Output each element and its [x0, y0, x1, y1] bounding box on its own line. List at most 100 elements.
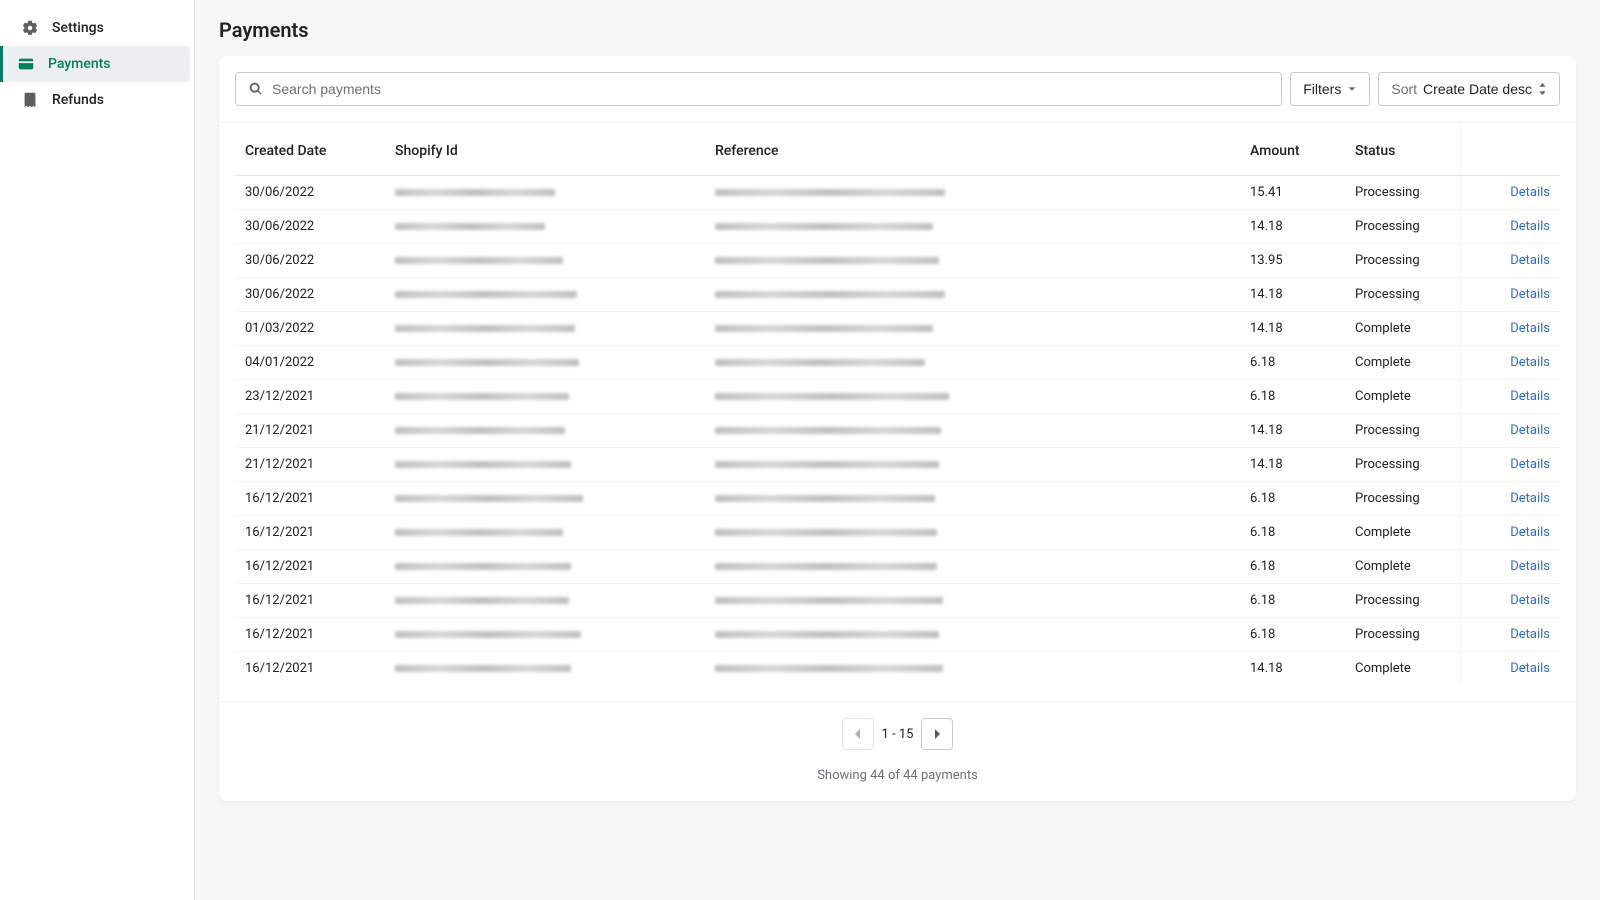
details-link[interactable]: Details	[1510, 185, 1550, 200]
cell-amount: 6.18	[1240, 550, 1345, 584]
cell-date: 16/12/2021	[235, 584, 385, 618]
table-row: 21/12/2021 14.18Processing Details	[235, 448, 1560, 482]
col-created-date[interactable]: Created Date	[235, 123, 385, 176]
table-header: Created Date Shopify Id Reference Amount…	[235, 123, 1560, 176]
sidebar-item-payments[interactable]: Payments	[0, 46, 190, 82]
cell-date: 16/12/2021	[235, 652, 385, 686]
sidebar-item-refunds[interactable]: Refunds	[4, 82, 190, 118]
cell-amount: 14.18	[1240, 312, 1345, 346]
main-content: Payments Filters Sort Create Date desc	[195, 0, 1600, 900]
cell-shopify-id	[385, 312, 705, 346]
sidebar-item-settings[interactable]: Settings	[4, 10, 190, 46]
table-row: 04/01/2022 6.18Complete Details	[235, 346, 1560, 380]
cell-amount: 6.18	[1240, 482, 1345, 516]
details-link[interactable]: Details	[1510, 627, 1550, 642]
cell-amount: 6.18	[1240, 618, 1345, 652]
cell-shopify-id	[385, 516, 705, 550]
details-link[interactable]: Details	[1510, 661, 1550, 676]
sidebar-item-label: Payments	[48, 56, 111, 72]
col-amount[interactable]: Amount	[1240, 123, 1345, 176]
cell-shopify-id	[385, 448, 705, 482]
toolbar: Filters Sort Create Date desc	[219, 56, 1576, 123]
cell-date: 21/12/2021	[235, 448, 385, 482]
table-row: 16/12/20216.18ProcessingDetails	[235, 584, 1560, 618]
table-row: 16/12/20216.18ProcessingDetails	[235, 618, 1560, 652]
chevron-right-icon	[932, 728, 942, 740]
cell-reference	[705, 482, 1240, 516]
details-link[interactable]: Details	[1510, 593, 1550, 608]
cell-date: 16/12/2021	[235, 618, 385, 652]
filters-label: Filters	[1303, 81, 1341, 97]
details-link[interactable]: Details	[1510, 287, 1550, 302]
sort-value: Create Date desc	[1423, 81, 1532, 97]
cell-status: Complete	[1345, 312, 1460, 346]
cell-date: 21/12/2021	[235, 414, 385, 448]
cell-status: Complete	[1345, 380, 1460, 414]
cell-date: 30/06/2022	[235, 244, 385, 278]
table-row: 21/12/202114.18ProcessingDetails	[235, 414, 1560, 448]
sidebar-item-label: Refunds	[52, 92, 104, 108]
search-input[interactable]	[235, 72, 1282, 106]
cell-reference	[705, 448, 1240, 482]
table-row: 01/03/202214.18CompleteDetails	[235, 312, 1560, 346]
details-link[interactable]: Details	[1510, 355, 1550, 370]
cell-shopify-id	[385, 618, 705, 652]
details-link[interactable]: Details	[1510, 457, 1550, 472]
cell-shopify-id	[385, 244, 705, 278]
col-status[interactable]: Status	[1345, 123, 1460, 176]
cell-amount: 6.18	[1240, 346, 1345, 380]
col-reference[interactable]: Reference	[705, 123, 1240, 176]
table-row: 30/06/202214.18ProcessingDetails	[235, 210, 1560, 244]
cell-status: Processing	[1345, 414, 1460, 448]
details-link[interactable]: Details	[1510, 219, 1550, 234]
details-link[interactable]: Details	[1510, 253, 1550, 268]
card-icon	[16, 54, 36, 74]
cell-shopify-id	[385, 584, 705, 618]
details-link[interactable]: Details	[1510, 491, 1550, 506]
cell-date: 16/12/2021	[235, 482, 385, 516]
next-page-button[interactable]	[921, 718, 953, 750]
cell-shopify-id	[385, 414, 705, 448]
sort-button[interactable]: Sort Create Date desc	[1378, 72, 1560, 106]
cell-amount: 14.18	[1240, 210, 1345, 244]
cell-shopify-id	[385, 278, 705, 312]
table-row: 16/12/2021 6.18Processing Details	[235, 482, 1560, 516]
cell-reference	[705, 244, 1240, 278]
cell-reference	[705, 380, 1240, 414]
prev-page-button[interactable]	[842, 718, 874, 750]
cell-status: Processing	[1345, 448, 1460, 482]
cell-status: Complete	[1345, 550, 1460, 584]
table-row: 16/12/20216.18CompleteDetails	[235, 550, 1560, 584]
cell-date: 30/06/2022	[235, 176, 385, 210]
details-link[interactable]: Details	[1510, 423, 1550, 438]
cell-date: 04/01/2022	[235, 346, 385, 380]
cell-reference	[705, 516, 1240, 550]
sort-label: Sort	[1391, 81, 1417, 97]
details-link[interactable]: Details	[1510, 389, 1550, 404]
cell-status: Complete	[1345, 346, 1460, 380]
cell-reference	[705, 210, 1240, 244]
cell-shopify-id	[385, 380, 705, 414]
col-shopify-id[interactable]: Shopify Id	[385, 123, 705, 176]
details-link[interactable]: Details	[1510, 525, 1550, 540]
details-link[interactable]: Details	[1510, 321, 1550, 336]
cell-status: Complete	[1345, 516, 1460, 550]
cell-amount: 6.18	[1240, 584, 1345, 618]
filters-button[interactable]: Filters	[1290, 72, 1370, 106]
chevron-left-icon	[853, 728, 863, 740]
cell-amount: 13.95	[1240, 244, 1345, 278]
page-range: 1 - 15	[882, 727, 914, 742]
cell-status: Processing	[1345, 482, 1460, 516]
payments-table: Created Date Shopify Id Reference Amount…	[235, 123, 1560, 685]
details-link[interactable]: Details	[1510, 559, 1550, 574]
cell-reference	[705, 312, 1240, 346]
cell-date: 16/12/2021	[235, 516, 385, 550]
cell-status: Processing	[1345, 176, 1460, 210]
search-wrap	[235, 72, 1282, 106]
cell-status: Processing	[1345, 210, 1460, 244]
cell-reference	[705, 652, 1240, 686]
cell-shopify-id	[385, 176, 705, 210]
cell-reference	[705, 584, 1240, 618]
cell-amount: 14.18	[1240, 448, 1345, 482]
payments-card: Filters Sort Create Date desc Created Da…	[219, 56, 1576, 801]
